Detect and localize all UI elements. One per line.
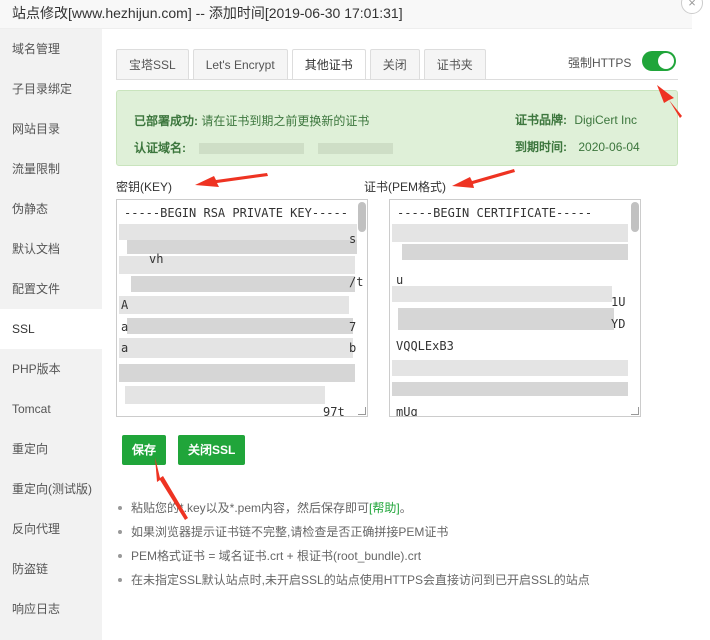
tip-item: 在未指定SSL默认站点时,未开启SSL的站点使用HTTPS会直接访问到已开启SS… [118,568,590,592]
tab-close[interactable]: 关闭 [369,49,420,80]
cert-domain: 认证域名: [134,139,393,156]
deployed-text: 请在证书到期之前更换新的证书 [201,114,370,128]
brand-label: 证书品牌: [515,113,567,127]
key-mosaic [119,224,357,240]
cert-first-line: -----BEGIN CERTIFICATE----- [397,206,593,220]
key-first-line: -----BEGIN RSA PRIVATE KEY----- [124,206,348,220]
sidebar-item-site-dir[interactable]: 网站目录 [0,109,102,149]
key-fragment: a [121,320,129,334]
sidebar-item-rewrite[interactable]: 伪静态 [0,189,102,229]
cert-fragment: mUg [396,405,418,417]
deployed-status: 已部署成功: 请在证书到期之前更换新的证书 [134,112,369,129]
sidebar-item-reverse-proxy[interactable]: 反向代理 [0,509,102,549]
cert-fragment: VQQLExB3 [396,339,454,353]
sidebar-item-subdir-binding[interactable]: 子目录绑定 [0,69,102,109]
cert-resize-handle[interactable] [631,407,639,415]
tabs-divider [116,79,678,80]
tip-item: PEM格式证书 = 域名证书.crt + 根证书(root_bundle).cr… [118,544,590,568]
cert-mosaic [392,360,628,376]
expire-label: 到期时间: [515,140,567,154]
cert-brand: 证书品牌: DigiCert Inc [515,111,637,128]
ssl-panel: 宝塔SSL Let's Encrypt 其他证书 关闭 证书夹 强制HTTPS … [102,29,692,640]
cert-expiry: 到期时间: 2020-06-04 [515,138,640,155]
brand-value: DigiCert Inc [574,113,638,127]
sidebar-item-response-log[interactable]: 响应日志 [0,589,102,629]
tip-text: 。 [399,501,412,515]
dialog-title: 站点修改[www.hezhijun.com] -- 添加时间[2019-06-3… [0,0,692,29]
redacted-domain [199,143,305,155]
ssl-tips: 粘贴您的*.key以及*.pem内容，然后保存即可[帮助]。 如果浏览器提示证书… [118,496,590,592]
key-mosaic [125,386,325,404]
key-mosaic [119,364,355,382]
key-mosaic [119,338,353,358]
cert-mosaic [392,224,628,242]
tab-other-cert[interactable]: 其他证书 [291,49,366,80]
key-fragment: vh [149,252,164,266]
key-mosaic [127,318,353,334]
cert-mosaic [392,382,628,396]
force-https-toggle[interactable] [642,51,676,71]
expire-value: 2020-06-04 [578,140,640,154]
key-textarea[interactable]: -----BEGIN RSA PRIVATE KEY----- s vh /t … [116,199,368,417]
site-edit-dialog: 站点修改[www.hezhijun.com] -- 添加时间[2019-06-3… [0,0,692,640]
cert-fragment: u [396,273,404,287]
tab-bt-ssl[interactable]: 宝塔SSL [116,49,189,80]
cert-label: 证书(PEM格式) [364,180,446,194]
key-fragment: s [349,232,357,246]
sidebar-item-hotlink-protection[interactable]: 防盗链 [0,549,102,589]
key-scrollbar[interactable] [358,202,366,232]
key-label: 密钥(KEY) [116,180,173,194]
key-fragment: b [349,341,357,355]
cert-scrollbar[interactable] [631,202,639,232]
cert-mosaic [402,244,628,260]
key-fragment: a [121,341,129,355]
close-ssl-button[interactable]: 关闭SSL [178,435,246,465]
cert-fragment: 1U [611,295,626,309]
cert-textarea[interactable]: -----BEGIN CERTIFICATE----- u 1U YD VQQL… [389,199,641,417]
toggle-knob [658,53,674,69]
sidebar-item-domain[interactable]: 域名管理 [0,29,102,69]
sidebar-item-redirect[interactable]: 重定向 [0,429,102,469]
sidebar: 域名管理 子目录绑定 网站目录 流量限制 伪静态 默认文档 配置文件 SSL P… [0,29,102,640]
key-fragment: A [121,298,129,312]
key-fragment: /t [349,275,364,289]
force-https-label: 强制HTTPS [568,56,632,70]
save-button[interactable]: 保存 [122,435,167,465]
help-link[interactable]: [帮助] [369,501,400,515]
sidebar-item-default-doc[interactable]: 默认文档 [0,229,102,269]
cert-mosaic [392,286,612,302]
deployed-label: 已部署成功: [134,114,198,128]
sidebar-item-tomcat[interactable]: Tomcat [0,389,102,429]
redacted-domain-2 [317,143,393,155]
sidebar-item-ssl[interactable]: SSL [0,309,102,349]
key-mosaic [131,276,355,292]
tip-text: 粘贴您的*.key以及*.pem内容，然后保存即可 [131,501,370,515]
tab-lets-encrypt[interactable]: Let's Encrypt [192,49,288,80]
key-fragment: 97t [323,405,345,417]
tip-item: 如果浏览器提示证书链不完整,请检查是否正确拼接PEM证书 [118,520,590,544]
domain-label: 认证域名: [134,141,186,155]
key-fragment: 7 [349,320,357,334]
key-mosaic [119,296,349,314]
cert-mosaic [398,308,614,330]
sidebar-item-traffic-limit[interactable]: 流量限制 [0,149,102,189]
sidebar-item-config-file[interactable]: 配置文件 [0,269,102,309]
tip-item: 粘贴您的*.key以及*.pem内容，然后保存即可[帮助]。 [118,496,590,520]
ssl-tabs: 宝塔SSL Let's Encrypt 其他证书 关闭 证书夹 [116,49,490,80]
key-resize-handle[interactable] [358,407,366,415]
cert-fragment: YD [611,317,626,331]
ssl-status-box: 已部署成功: 请在证书到期之前更换新的证书 认证域名: 证书品牌: DigiCe… [116,90,678,166]
sidebar-item-php-version[interactable]: PHP版本 [0,349,102,389]
tab-cert-folder[interactable]: 证书夹 [423,49,486,80]
sidebar-item-redirect-beta[interactable]: 重定向(测试版) [0,469,102,509]
